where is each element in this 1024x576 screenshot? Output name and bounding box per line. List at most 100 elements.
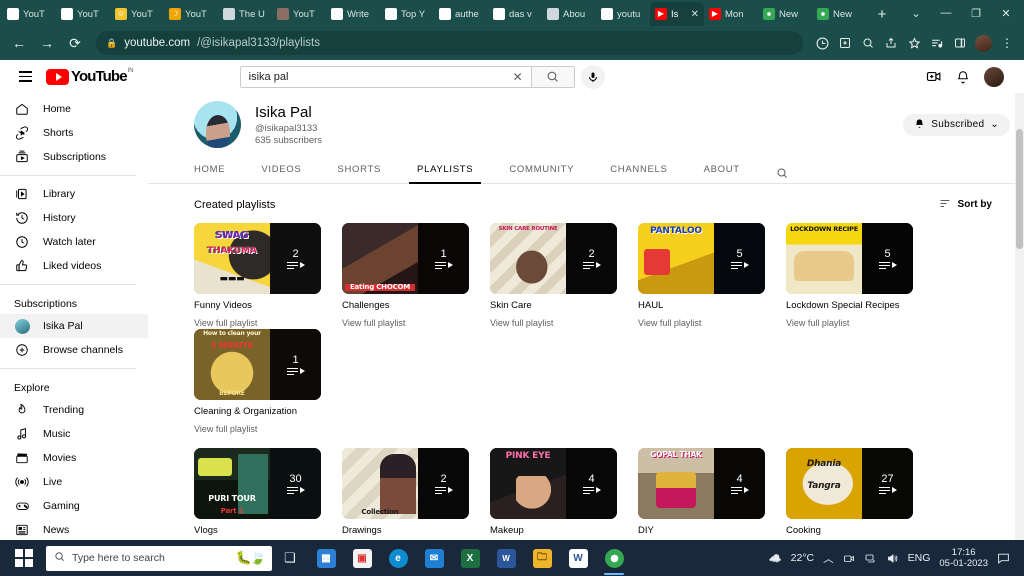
bookmark-star-icon[interactable]	[903, 31, 925, 55]
playlist-card[interactable]: PANTALOO 5 HAUL	[638, 223, 765, 329]
playlist-title[interactable]: Skin Care	[490, 300, 617, 312]
maximize-button[interactable]: ❐	[962, 1, 990, 25]
calculator-icon[interactable]: ▦	[308, 540, 344, 576]
word-sidebar-icon[interactable]: W	[488, 540, 524, 576]
voice-search-button[interactable]	[581, 65, 605, 89]
google-icon[interactable]	[811, 31, 833, 55]
browser-tab[interactable]: G das v	[488, 2, 542, 26]
playlist-thumbnail[interactable]: Eating CHOCOM 1	[342, 223, 469, 294]
sidebar-item-history[interactable]: History	[0, 206, 148, 230]
create-video-icon[interactable]	[926, 70, 942, 83]
playlist-title[interactable]: Vlogs	[194, 525, 321, 537]
playlist-thumbnail[interactable]: PINK EYE 4	[490, 448, 617, 519]
view-full-playlist-link[interactable]: View full playlist	[194, 318, 321, 329]
playlist-card[interactable]: Dhania Tangra 27 Cookin	[786, 448, 913, 540]
playlist-thumbnail[interactable]: SKIN CARE ROUTINE 2	[490, 223, 617, 294]
browser-tab[interactable]: ▤ Top Y	[380, 2, 434, 26]
browser-tab[interactable]: YouT	[272, 2, 326, 26]
edge-icon[interactable]: e	[380, 540, 416, 576]
playlist-title[interactable]: Funny Videos	[194, 300, 321, 312]
browser-tab[interactable]: ☺ YouT	[110, 2, 164, 26]
sort-by-button[interactable]: Sort by	[939, 198, 992, 211]
browser-tab[interactable]: ☽ YouT	[164, 2, 218, 26]
playlist-title[interactable]: Lockdown Special Recipes	[786, 300, 913, 312]
notification-icon[interactable]	[997, 552, 1010, 564]
mail-icon[interactable]: ✉	[416, 540, 452, 576]
store-icon[interactable]: ▣	[344, 540, 380, 576]
playlist-thumbnail[interactable]: PURI TOUR Part 2 30	[194, 448, 321, 519]
sidebar-item-shorts[interactable]: Shorts	[0, 121, 148, 145]
side-panel-icon[interactable]	[949, 31, 971, 55]
playlist-card[interactable]: LOCKDOWN RECIPE 5 Lockdown Special Recip…	[786, 223, 913, 329]
back-button[interactable]: ←	[6, 30, 32, 56]
playlist-thumbnail[interactable]: Collection 2	[342, 448, 469, 519]
sidebar-item-home[interactable]: Home	[0, 97, 148, 121]
subscribed-button[interactable]: Subscribed ⌄	[903, 114, 1010, 136]
start-button[interactable]	[6, 540, 42, 576]
address-bar[interactable]: 🔒 youtube.com/@isikapal3133/playlists	[96, 31, 803, 55]
playlist-thumbnail[interactable]: PANTALOO 5	[638, 223, 765, 294]
media-control-icon[interactable]	[926, 31, 948, 55]
browser-tab[interactable]: Abou	[542, 2, 596, 26]
minimize-button[interactable]: —	[932, 1, 960, 25]
playlist-title[interactable]: Cleaning & Organization	[194, 406, 321, 418]
tab-home[interactable]: HOME	[194, 159, 225, 184]
playlist-thumbnail[interactable]: Dhania Tangra 27	[786, 448, 913, 519]
channel-avatar[interactable]	[194, 101, 241, 148]
sidebar-item-news[interactable]: News	[0, 518, 148, 540]
taskbar-search-input[interactable]: Type here to search 🐛🍃	[46, 546, 272, 571]
tab-search-chevron-icon[interactable]: ⌄	[902, 1, 930, 25]
install-icon[interactable]	[834, 31, 856, 55]
tab-community[interactable]: COMMUNITY	[509, 159, 574, 184]
excel-icon[interactable]: X	[452, 540, 488, 576]
playlist-thumbnail[interactable]: LOCKDOWN RECIPE 5	[786, 223, 913, 294]
browser-menu-button[interactable]: ⋮	[996, 31, 1018, 55]
browser-tab[interactable]: New	[758, 2, 812, 26]
camera-icon[interactable]	[843, 553, 855, 564]
sidebar-item-trending[interactable]: Trending	[0, 398, 148, 422]
sidebar-item-library[interactable]: Library	[0, 182, 148, 206]
playlist-title[interactable]: Drawings	[342, 525, 469, 537]
volume-icon[interactable]	[886, 553, 899, 564]
search-icon[interactable]	[857, 31, 879, 55]
browser-tab[interactable]: G YouT	[2, 2, 56, 26]
browser-tab[interactable]: G youtu	[596, 2, 650, 26]
share-icon[interactable]	[880, 31, 902, 55]
view-full-playlist-link[interactable]: View full playlist	[194, 424, 321, 435]
word-icon[interactable]: W	[560, 540, 596, 576]
scrollbar-thumb[interactable]	[1016, 129, 1023, 249]
browser-tab[interactable]: ▤ Write	[326, 2, 380, 26]
playlist-card[interactable]: Eating CHOCOM 1 Challenges	[342, 223, 469, 329]
tab-channels[interactable]: CHANNELS	[610, 159, 667, 184]
forward-button[interactable]: →	[34, 30, 60, 56]
tab-about[interactable]: ABOUT	[704, 159, 740, 184]
view-full-playlist-link[interactable]: View full playlist	[490, 318, 617, 329]
playlist-thumbnail[interactable]: How to clean your 5 MINUTE BEFORE 1	[194, 329, 321, 400]
playlist-card[interactable]: Collection 2 Drawings View	[342, 448, 469, 540]
playlist-card[interactable]: GOPAL THAK 4 DIY View full	[638, 448, 765, 540]
tab-playlists[interactable]: PLAYLISTS	[417, 159, 473, 184]
network-icon[interactable]	[864, 553, 877, 564]
sidebar-item-music[interactable]: Music	[0, 422, 148, 446]
profile-avatar[interactable]	[975, 35, 992, 52]
close-window-button[interactable]: ✕	[992, 1, 1020, 25]
sidebar-item-watch-later[interactable]: Watch later	[0, 230, 148, 254]
playlist-card[interactable]: PURI TOUR Part 2 30 Vlo	[194, 448, 321, 540]
view-full-playlist-link[interactable]: View full playlist	[786, 318, 913, 329]
browser-tab[interactable]: ▶ Mon	[704, 2, 758, 26]
view-full-playlist-link[interactable]: View full playlist	[342, 318, 469, 329]
clock[interactable]: 17:16 05-01-2023	[939, 547, 988, 569]
account-avatar[interactable]	[984, 67, 1004, 87]
reload-button[interactable]: ⟳	[62, 30, 88, 56]
playlist-thumbnail[interactable]: GOPAL THAK 4	[638, 448, 765, 519]
browser-tab[interactable]: New	[812, 2, 866, 26]
sidebar-item-gaming[interactable]: Gaming	[0, 494, 148, 518]
weather-cloud-icon[interactable]: ☁️	[769, 552, 782, 565]
search-input[interactable]: isika pal ✕	[240, 66, 531, 88]
close-icon[interactable]: ✕	[691, 9, 699, 20]
search-button[interactable]	[531, 66, 575, 88]
notifications-bell-icon[interactable]	[956, 70, 970, 84]
playlist-title[interactable]: Cooking	[786, 525, 913, 537]
sidebar-item-subscriptions[interactable]: Subscriptions	[0, 145, 148, 169]
channel-search-icon[interactable]	[776, 163, 788, 179]
